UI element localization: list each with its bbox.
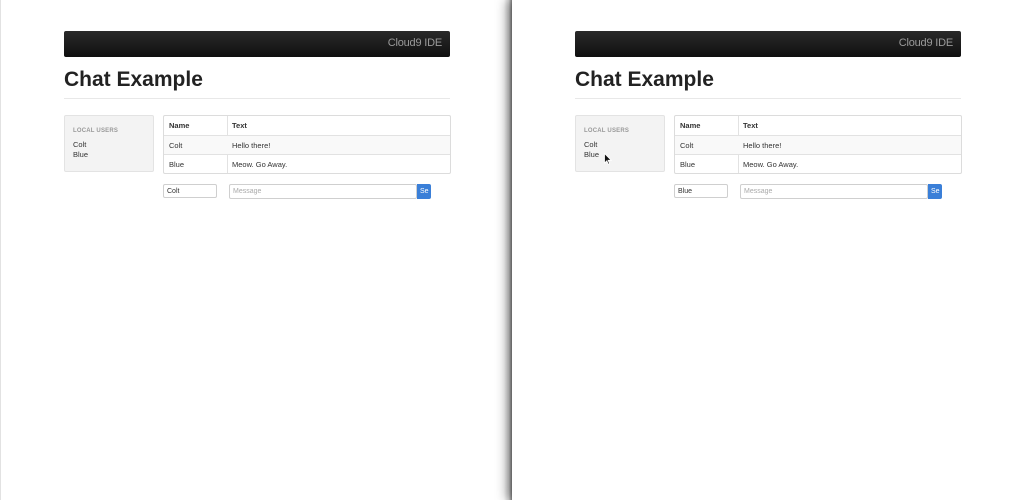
- message-name: Blue: [680, 160, 696, 169]
- message-name: Blue: [169, 160, 185, 169]
- browser-window-left: Cloud9 IDE Chat Example LOCAL USERS Colt…: [0, 0, 509, 500]
- navbar: Cloud9 IDE: [575, 31, 961, 57]
- divider: [575, 98, 961, 99]
- page-title: Chat Example: [64, 68, 203, 91]
- local-users-header: LOCAL USERS: [584, 128, 630, 134]
- local-users-panel: LOCAL USERS Colt Blue: [64, 115, 154, 172]
- message-input[interactable]: Message: [740, 184, 928, 199]
- message-name: Colt: [169, 141, 183, 150]
- user-item: Colt: [73, 140, 87, 149]
- message-text: Meow. Go Away.: [232, 160, 288, 169]
- window-edge-shadow: [504, 0, 512, 500]
- table-row: Colt Hello there!: [675, 135, 961, 155]
- message-input[interactable]: Message: [229, 184, 417, 199]
- table-row: Blue Meow. Go Away.: [164, 154, 450, 174]
- table-header-row: Name Text: [164, 116, 450, 135]
- column-header-name: Name: [169, 121, 190, 130]
- table-header-row: Name Text: [675, 116, 961, 135]
- user-item: Blue: [584, 150, 600, 159]
- divider: [64, 98, 450, 99]
- table-row: Blue Meow. Go Away.: [675, 154, 961, 174]
- local-users-header: LOCAL USERS: [73, 128, 119, 134]
- navbar-brand[interactable]: Cloud9 IDE: [899, 37, 953, 49]
- name-input[interactable]: Colt: [163, 184, 217, 198]
- navbar-brand[interactable]: Cloud9 IDE: [388, 37, 442, 49]
- message-text: Hello there!: [743, 141, 782, 150]
- send-button[interactable]: Se: [417, 184, 431, 199]
- name-input[interactable]: Blue: [674, 184, 728, 198]
- column-header-name: Name: [680, 121, 701, 130]
- navbar: Cloud9 IDE: [64, 31, 450, 57]
- page-title: Chat Example: [575, 68, 714, 91]
- chat-table: Name Text Colt Hello there! Blue Meow. G…: [674, 115, 962, 174]
- browser-window-right: Cloud9 IDE Chat Example LOCAL USERS Colt…: [512, 0, 1024, 500]
- user-item: Colt: [584, 140, 598, 149]
- column-header-text: Text: [743, 121, 758, 130]
- send-button[interactable]: Se: [928, 184, 942, 199]
- table-row: Colt Hello there!: [164, 135, 450, 155]
- message-name: Colt: [680, 141, 694, 150]
- mouse-cursor-icon: [604, 153, 612, 165]
- local-users-panel: LOCAL USERS Colt Blue: [575, 115, 665, 172]
- chat-table: Name Text Colt Hello there! Blue Meow. G…: [163, 115, 451, 174]
- message-text: Meow. Go Away.: [743, 160, 799, 169]
- column-header-text: Text: [232, 121, 247, 130]
- message-text: Hello there!: [232, 141, 271, 150]
- user-item: Blue: [73, 150, 89, 159]
